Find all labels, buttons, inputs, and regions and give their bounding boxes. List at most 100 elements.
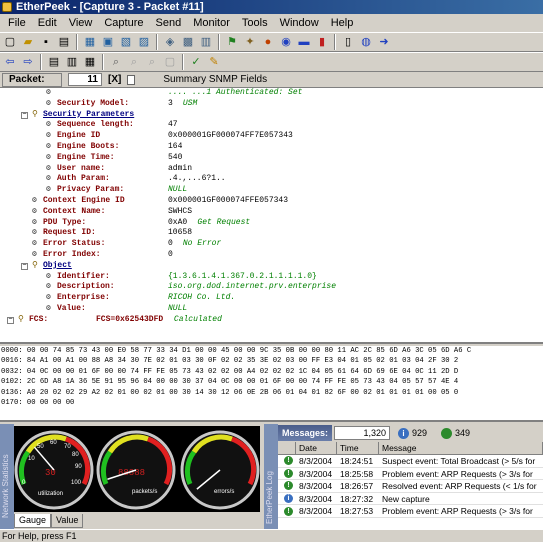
menu-monitor[interactable]: Monitor [187, 17, 236, 29]
find-icon[interactable]: ⌕ [108, 54, 124, 70]
field-value: 0x000001GF000074FFE057343 [168, 195, 289, 205]
column-time[interactable]: Time [337, 442, 379, 454]
print-icon[interactable]: ▤ [56, 34, 72, 50]
hex-row: 0000: 00 00 74 85 73 43 00 E0 58 77 33 3… [1, 347, 472, 355]
field-value: 0xA0 [168, 217, 188, 227]
forward-arrow-icon[interactable]: ➜ [376, 34, 392, 50]
expand-toggle-icon[interactable]: − [7, 316, 14, 324]
decode-row[interactable]: ⚙ Error Status: 0 No Error [0, 239, 543, 250]
decode-row[interactable]: ⚙ Context Engine ID 0x000001GF000074FFE057… [0, 196, 543, 207]
row-time: 18:24:51 [340, 456, 374, 466]
menu-bar: File Edit View Capture Send Monitor Tool… [0, 14, 543, 32]
table-row[interactable]: ! 8/3/2004 18:27:53 Problem event: ARP R… [278, 505, 543, 518]
decode-row[interactable]: − ⚲ Security Parameters [0, 110, 543, 121]
decode-icon[interactable]: ▧ [118, 34, 134, 50]
table-row[interactable]: i 8/3/2004 18:27:32 New capture [278, 493, 543, 506]
decode-row[interactable]: ⚙ Enterprise: RICOH Co. Ltd. [0, 293, 543, 304]
decode-row[interactable]: ⚙ Auth Param: .4.,...6?1.. [0, 174, 543, 185]
decode-row[interactable]: ⚙ Description: iso.org.dod.internet.prv.en… [0, 282, 543, 293]
back-arrow-icon[interactable]: ⇦ [2, 54, 18, 70]
person-icon[interactable]: ● [260, 34, 276, 50]
graph-icon[interactable]: ▮ [314, 34, 330, 50]
expand-toggle-icon[interactable]: − [21, 111, 28, 119]
find-prev-icon[interactable]: ⌕ [144, 54, 160, 70]
decode-row[interactable]: − ⚲ Object [0, 261, 543, 272]
statistics-icon[interactable]: ▩ [180, 34, 196, 50]
decode-row[interactable]: ⚙ User name: admin [0, 164, 543, 175]
gauge-tabs: Gauge Value [14, 514, 84, 528]
table-row[interactable]: ! 8/3/2004 18:26:57 Resolved event: ARP … [278, 480, 543, 493]
view-decode-icon[interactable]: ▥ [64, 54, 80, 70]
save-icon[interactable]: ▪ [38, 34, 54, 50]
properties-icon[interactable]: ▯ [340, 34, 356, 50]
decode-row[interactable]: ⚙ Engine ID 0x000001GF000074FF7E057343 [0, 131, 543, 142]
next-arrow-icon[interactable]: ⇨ [20, 54, 36, 70]
help-icon[interactable]: ◍ [358, 34, 374, 50]
field-icon: ⚙ [46, 293, 51, 303]
tab-gauge[interactable]: Gauge [14, 514, 52, 528]
expand-toggle-icon[interactable]: − [21, 262, 28, 270]
gauge-pane: Network Statistics 0 10 50 60 70 80 90 1… [0, 424, 262, 529]
mark-icon[interactable]: ▢ [162, 54, 178, 70]
field-icon: ⚙ [46, 271, 51, 281]
gauge-side-bar: Network Statistics [0, 424, 14, 529]
column-date[interactable]: Date [296, 442, 337, 454]
find-next-icon[interactable]: ⌕ [126, 54, 142, 70]
clear-icon[interactable]: ✎ [206, 54, 222, 70]
menu-help[interactable]: Help [325, 17, 360, 29]
menu-file[interactable]: File [2, 17, 32, 29]
decode-row[interactable]: ⚙ Engine Boots: 164 [0, 142, 543, 153]
hex-icon[interactable]: ▨ [136, 34, 152, 50]
view-hex-icon[interactable]: ▦ [82, 54, 98, 70]
hex-pane[interactable]: 0000: 00 00 74 85 73 43 00 E0 58 77 33 3… [0, 346, 543, 422]
globe-icon[interactable]: ◉ [278, 34, 294, 50]
decode-row[interactable]: ⚙ Context Name: SWHCS [0, 207, 543, 218]
menu-edit[interactable]: Edit [32, 17, 63, 29]
select-icon[interactable]: ▣ [100, 34, 116, 50]
field-label: PDU Type: [43, 217, 87, 227]
column-message[interactable]: Message [379, 442, 543, 454]
filter-icon[interactable]: ▦ [82, 34, 98, 50]
table-row[interactable]: ! 8/3/2004 18:24:51 Suspect event: Total… [278, 455, 543, 468]
monitor-icon[interactable]: ▬ [296, 34, 312, 50]
field-label: FCS: [29, 314, 49, 324]
table-row[interactable]: ! 8/3/2004 18:25:58 Problem event: ARP R… [278, 468, 543, 481]
decode-row[interactable]: ⚙ Privacy Param: NULL [0, 185, 543, 196]
field-label: Auth Param: [57, 174, 110, 184]
hex-row: 0102: 2C 6D A8 1A 36 5E 91 95 96 04 00 0… [1, 378, 459, 387]
decode-row[interactable]: ⚙ Error Index: 0 [0, 250, 543, 261]
decode-row[interactable]: ⚙ .... ...1 Authenticated: Set [0, 88, 543, 99]
trigger-icon[interactable]: ⚑ [224, 34, 240, 50]
menu-tools[interactable]: Tools [236, 17, 274, 29]
event-filter[interactable]: 349 [441, 427, 470, 439]
chart-icon[interactable]: ▥ [198, 34, 214, 50]
decode-row[interactable]: − ⚲ FCS: FCS=0x62543DFD Calculated [0, 315, 543, 326]
new-file-icon[interactable]: ▢ [2, 34, 18, 50]
decode-row[interactable]: ⚙ PDU Type: 0xA0 Get Request [0, 218, 543, 229]
decode-row[interactable]: ⚙ Sequence length: 47 [0, 120, 543, 131]
capture-icon[interactable]: ✦ [242, 34, 258, 50]
tab-value[interactable]: Value [51, 514, 84, 528]
decode-row[interactable]: ⚙ Value: NULL [0, 304, 543, 315]
document-icon[interactable] [127, 74, 136, 85]
column-icon[interactable] [278, 442, 296, 454]
gauge-tick: 80 [72, 452, 79, 458]
view-list-icon[interactable]: ▤ [46, 54, 62, 70]
decode-row[interactable]: ⚙ Security Model: 3 USM [0, 99, 543, 110]
menu-view[interactable]: View [63, 17, 99, 29]
menu-capture[interactable]: Capture [98, 17, 149, 29]
network-icon[interactable]: ◈ [162, 34, 178, 50]
decode-pane[interactable]: ⚙ .... ...1 Authenticated: Set ⚙ Security M… [0, 88, 543, 344]
gauge-digits: 88888 [118, 468, 145, 478]
decode-row[interactable]: ⚙ Engine Time: 540 [0, 153, 543, 164]
checkmark-icon[interactable]: ✓ [188, 54, 204, 70]
field-icon: ⚙ [46, 88, 51, 97]
menu-window[interactable]: Window [274, 17, 325, 29]
info-filter[interactable]: i 929 [398, 427, 427, 439]
menu-send[interactable]: Send [150, 17, 188, 29]
decode-row[interactable]: ⚙ Identifier: {1.3.6.1.4.1.367.0.2.1.1.1.1… [0, 272, 543, 283]
open-folder-icon[interactable]: ▰ [20, 34, 36, 50]
close-decode-button[interactable]: [X] [108, 74, 121, 85]
packet-number-field[interactable]: 11 [68, 73, 102, 86]
decode-row[interactable]: ⚙ Request ID: 10658 [0, 228, 543, 239]
